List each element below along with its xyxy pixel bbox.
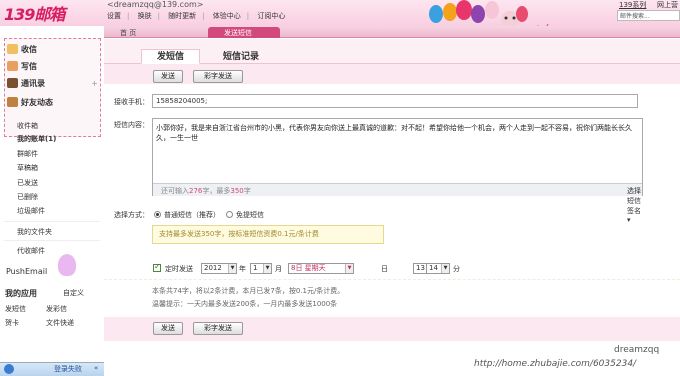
app-mms[interactable]: 发彩信 bbox=[46, 304, 67, 314]
nav-skin[interactable]: 换肤 bbox=[138, 12, 152, 20]
radio-free-sms[interactable] bbox=[226, 211, 233, 218]
month-unit: 月 bbox=[275, 265, 282, 273]
watermark-name: dreamzqq bbox=[614, 345, 660, 355]
mms-send-button-bottom[interactable]: 彩字发送 bbox=[193, 322, 243, 335]
quick-contacts-label: 通讯录 bbox=[21, 79, 45, 88]
window-tabs: 首 页 发送短信 bbox=[104, 26, 680, 38]
header: 139邮箱 <dreamzqq@139.com> 设置 | 换肤 | 随时更新 | 体… bbox=[0, 0, 680, 33]
message-footer: 还可输入276字，最多350字 选择短信签名 ▾ bbox=[153, 183, 642, 224]
folder-deleted[interactable]: 已删除 bbox=[17, 192, 38, 202]
nav-settings[interactable]: 设置 bbox=[107, 12, 121, 20]
signature-select[interactable]: 选择短信签名 ▾ bbox=[627, 186, 642, 224]
method-label: 选择方式： bbox=[114, 211, 149, 219]
limit-note: 温馨提示：一天内最多发送200条，一月内最多发送1000条 bbox=[152, 300, 338, 308]
fairy-icon bbox=[58, 254, 76, 276]
send-button-bottom[interactable]: 发送 bbox=[153, 322, 183, 335]
sidebar-status-bar: 登录失败 « bbox=[0, 362, 104, 376]
phone-label: 接收手机： bbox=[114, 98, 149, 106]
pricing-tip: 支持最多发送350字，按标准短信资费0.1元/条计费 bbox=[152, 225, 384, 244]
online-link[interactable]: 网上营 bbox=[657, 0, 678, 10]
quick-friends-label: 好友动态 bbox=[21, 98, 53, 107]
schedule-checkbox[interactable] bbox=[153, 262, 161, 272]
quick-compose[interactable]: 写信 bbox=[7, 58, 97, 75]
top-right-links: 139系列 网上营 邮件搜索... bbox=[597, 0, 680, 22]
year-select[interactable]: 2012 ▼ bbox=[201, 263, 237, 274]
folder-drafts[interactable]: 草稿箱 bbox=[17, 163, 38, 173]
account-email: <dreamzqq@139.com> bbox=[107, 0, 204, 9]
tab-home-label: 首 页 bbox=[120, 29, 137, 37]
schedule-label: 定时发送 bbox=[165, 265, 193, 273]
mms-send-button[interactable]: 彩字发送 bbox=[193, 70, 243, 83]
compose-icon bbox=[7, 61, 18, 71]
my-apps: 我的应用 自定义 发短信 发彩信 贺卡 文件快递 bbox=[0, 288, 104, 363]
day-select[interactable]: 8日 星期天 ▼ bbox=[288, 263, 354, 274]
apps-title: 我的应用 bbox=[5, 289, 37, 298]
day-unit: 日 bbox=[381, 265, 388, 273]
normal-sms-label: 普通短信（推荐） bbox=[164, 211, 220, 219]
expand-icon[interactable]: + bbox=[91, 75, 98, 92]
series-link[interactable]: 139系列 bbox=[619, 0, 646, 10]
app-sms[interactable]: 发短信 bbox=[5, 304, 26, 314]
pushmail-link[interactable]: PushEmail bbox=[6, 267, 47, 276]
folder-group[interactable]: 群邮件 bbox=[17, 149, 38, 159]
top-toolbar: 发送 彩字发送 bbox=[104, 64, 680, 84]
folder-my-folders[interactable]: 我的文件夹 bbox=[17, 227, 52, 237]
nav-subscribe[interactable]: 订阅中心 bbox=[257, 12, 285, 20]
tab-home[interactable]: 首 页 bbox=[104, 27, 174, 38]
quick-contacts[interactable]: 通讯录 + bbox=[7, 75, 98, 92]
nav-experience[interactable]: 体验中心 bbox=[213, 12, 241, 20]
tab-send-sms[interactable]: 发送短信 bbox=[208, 27, 280, 38]
tab-send-sms-label: 发送短信 bbox=[224, 29, 252, 37]
sms-count-note: 本条共74字，将以2条计费，本月已发7条，按0.1元/条计费。 bbox=[152, 287, 345, 295]
subtab-sms-records[interactable]: 短信记录 bbox=[223, 49, 259, 62]
nav-update[interactable]: 随时更新 bbox=[168, 12, 196, 20]
login-status[interactable]: 登录失败 bbox=[54, 364, 82, 374]
divider bbox=[4, 240, 100, 241]
watermark-url: http://home.zhubajie.com/6035234/ bbox=[474, 359, 637, 369]
send-button[interactable]: 发送 bbox=[153, 70, 183, 83]
app-file-express[interactable]: 文件快递 bbox=[46, 318, 74, 328]
quick-compose-label: 写信 bbox=[21, 62, 37, 71]
top-nav: 设置 | 换肤 | 随时更新 | 体验中心 | 订阅中心 bbox=[107, 12, 286, 20]
message-content-textarea[interactable]: 小郭你好，我是来自浙江省台州市的小黑，代表你男友向你送上最真诚的道歉：对不起！希… bbox=[152, 118, 643, 224]
folder-spam[interactable]: 垃圾邮件 bbox=[17, 206, 45, 216]
recipient-phone-input[interactable]: 15858204005; bbox=[152, 94, 638, 108]
app-card[interactable]: 贺卡 bbox=[5, 318, 19, 328]
subtab-send-sms[interactable]: 发短信 bbox=[141, 49, 200, 64]
year-unit: 年 bbox=[239, 265, 246, 273]
mail-search-input[interactable]: 邮件搜索... bbox=[617, 10, 680, 21]
brand-logo[interactable]: 139邮箱 bbox=[4, 1, 88, 25]
radio-normal-sms[interactable] bbox=[154, 211, 161, 218]
content-label: 短信内容： bbox=[114, 121, 149, 129]
folder-collected[interactable]: 代收邮件 bbox=[17, 246, 45, 256]
sms-subtabs: 发短信 短信记录 bbox=[104, 39, 680, 64]
folder-inbox[interactable]: 收件箱 bbox=[17, 121, 38, 131]
friends-icon bbox=[7, 97, 18, 107]
quick-inbox-label: 收信 bbox=[21, 45, 37, 54]
folder-sent[interactable]: 已发送 bbox=[17, 178, 38, 188]
collapse-icon[interactable]: « bbox=[94, 364, 98, 372]
minute-unit: 分 bbox=[453, 265, 460, 273]
free-sms-label: 免提短信 bbox=[236, 211, 264, 219]
contacts-icon bbox=[7, 78, 18, 88]
folder-bills[interactable]: 我的账单(1) bbox=[17, 134, 56, 144]
fetion-icon bbox=[4, 364, 14, 374]
inbox-icon bbox=[7, 44, 18, 54]
bottom-toolbar: 发送 彩字发送 bbox=[104, 317, 680, 341]
message-text: 小郭你好，我是来自浙江省台州市的小黑，代表你男友向你送上最真诚的道歉：对不起！希… bbox=[156, 124, 632, 142]
divider bbox=[4, 221, 100, 222]
char-counter: 还可输入276字，最多350字 bbox=[161, 187, 251, 195]
apps-customize[interactable]: 自定义 bbox=[63, 288, 84, 298]
sms-panel: 发短信 短信记录 发送 彩字发送 接收手机： 15858204005; 短信内容… bbox=[104, 39, 680, 375]
minute-select[interactable]: 14 ▼ bbox=[426, 263, 450, 274]
sidebar: 收信 写信 通讯录 + 好友动态 收件箱 我的账单(1) 群邮件 草稿箱 已发送… bbox=[0, 26, 104, 376]
divider bbox=[104, 279, 680, 280]
month-select[interactable]: 1 ▼ bbox=[250, 263, 272, 274]
quick-inbox[interactable]: 收信 bbox=[7, 41, 97, 58]
quick-friends[interactable]: 好友动态 bbox=[7, 94, 97, 111]
